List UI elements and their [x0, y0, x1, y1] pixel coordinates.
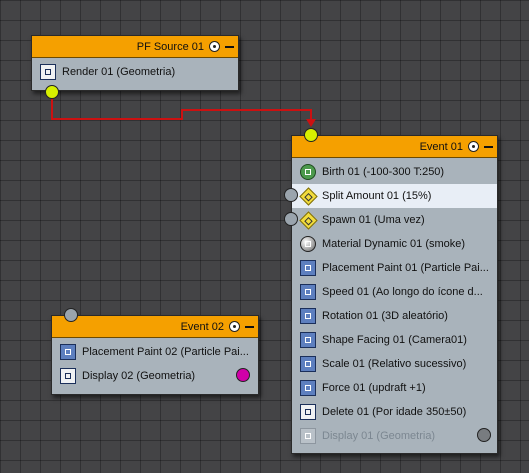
- event02-header[interactable]: Event 02: [52, 316, 258, 338]
- operator-render-01[interactable]: Render 01 (Geometria): [32, 60, 238, 84]
- lightbulb-icon[interactable]: [209, 41, 220, 52]
- operator-label: Placement Paint 02 (Particle Pai...: [82, 346, 249, 358]
- operator-placement-paint-02[interactable]: Placement Paint 02 (Particle Pai...: [52, 340, 258, 364]
- event02-node[interactable]: Event 02 Placement Paint 02 (Particle Pa…: [51, 315, 259, 395]
- spawn-icon: [299, 210, 318, 230]
- operator-label: Display 02 (Geometria): [82, 370, 196, 382]
- shape-facing-icon: [300, 332, 316, 348]
- operator-placement-paint-01[interactable]: Placement Paint 01 (Particle Pai...: [292, 256, 497, 280]
- operator-shape-facing-01[interactable]: Shape Facing 01 (Camera01): [292, 328, 497, 352]
- operator-display-01[interactable]: Display 01 (Geometria): [292, 424, 497, 448]
- operator-label: Material Dynamic 01 (smoke): [322, 238, 466, 250]
- placement-icon: [60, 344, 76, 360]
- event01-node[interactable]: Event 01 Birth 01 (-100-300 T:250) Split…: [291, 135, 498, 454]
- operator-label: Shape Facing 01 (Camera01): [322, 334, 467, 346]
- display-02-color-swatch[interactable]: [236, 368, 250, 382]
- display-icon: [60, 368, 76, 384]
- event01-header[interactable]: Event 01: [292, 136, 497, 158]
- delete-icon: [300, 404, 316, 420]
- operator-delete-01[interactable]: Delete 01 (Por idade 350±50): [292, 400, 497, 424]
- operator-label: Spawn 01 (Uma vez): [322, 214, 425, 226]
- pf-source-title: PF Source 01: [136, 40, 204, 53]
- event02-input-port[interactable]: [64, 308, 78, 322]
- split-amount-icon: [299, 186, 318, 206]
- operator-label: Placement Paint 01 (Particle Pai...: [322, 262, 489, 274]
- event02-title: Event 02: [180, 320, 224, 333]
- operator-label: Delete 01 (Por idade 350±50): [322, 406, 467, 418]
- display-01-color-swatch[interactable]: [477, 428, 491, 442]
- rotation-icon: [300, 308, 316, 324]
- operator-scale-01[interactable]: Scale 01 (Relativo sucessivo): [292, 352, 497, 376]
- scale-icon: [300, 356, 316, 372]
- operator-label: Render 01 (Geometria): [62, 66, 176, 78]
- speed-icon: [300, 284, 316, 300]
- operator-display-02[interactable]: Display 02 (Geometria): [52, 364, 258, 388]
- operator-birth-01[interactable]: Birth 01 (-100-300 T:250): [292, 160, 497, 184]
- operator-split-amount-01[interactable]: Split Amount 01 (15%): [292, 184, 497, 208]
- operator-label: Speed 01 (Ao longo do ícone d...: [322, 286, 483, 298]
- operator-label: Birth 01 (-100-300 T:250): [322, 166, 445, 178]
- pf-source-header[interactable]: PF Source 01: [32, 36, 238, 58]
- placement-icon: [300, 260, 316, 276]
- operator-label: Display 01 (Geometria): [322, 430, 436, 442]
- operator-speed-01[interactable]: Speed 01 (Ao longo do ícone d...: [292, 280, 497, 304]
- minimize-icon[interactable]: [225, 45, 234, 48]
- minimize-icon[interactable]: [484, 145, 493, 148]
- event01-input-port[interactable]: [304, 128, 318, 142]
- force-icon: [300, 380, 316, 396]
- operator-spawn-01[interactable]: Spawn 01 (Uma vez): [292, 208, 497, 232]
- operator-label: Scale 01 (Relativo sucessivo): [322, 358, 467, 370]
- event01-title: Event 01: [419, 140, 463, 153]
- operator-label: Split Amount 01 (15%): [322, 190, 432, 202]
- render-icon: [40, 64, 56, 80]
- birth-icon: [300, 164, 316, 180]
- pf-source-node[interactable]: PF Source 01 Render 01 (Geometria): [31, 35, 239, 91]
- operator-rotation-01[interactable]: Rotation 01 (3D aleatório): [292, 304, 497, 328]
- split-amount-output-port[interactable]: [284, 188, 298, 202]
- pf-source-output-port[interactable]: [45, 85, 59, 99]
- display-icon: [300, 428, 316, 444]
- lightbulb-icon[interactable]: [229, 321, 240, 332]
- operator-label: Rotation 01 (3D aleatório): [322, 310, 448, 322]
- minimize-icon[interactable]: [245, 325, 254, 328]
- operator-force-01[interactable]: Force 01 (updraft +1): [292, 376, 497, 400]
- lightbulb-icon[interactable]: [468, 141, 479, 152]
- material-icon: [300, 236, 316, 252]
- spawn-output-port[interactable]: [284, 212, 298, 226]
- operator-material-dynamic-01[interactable]: Material Dynamic 01 (smoke): [292, 232, 497, 256]
- operator-label: Force 01 (updraft +1): [322, 382, 426, 394]
